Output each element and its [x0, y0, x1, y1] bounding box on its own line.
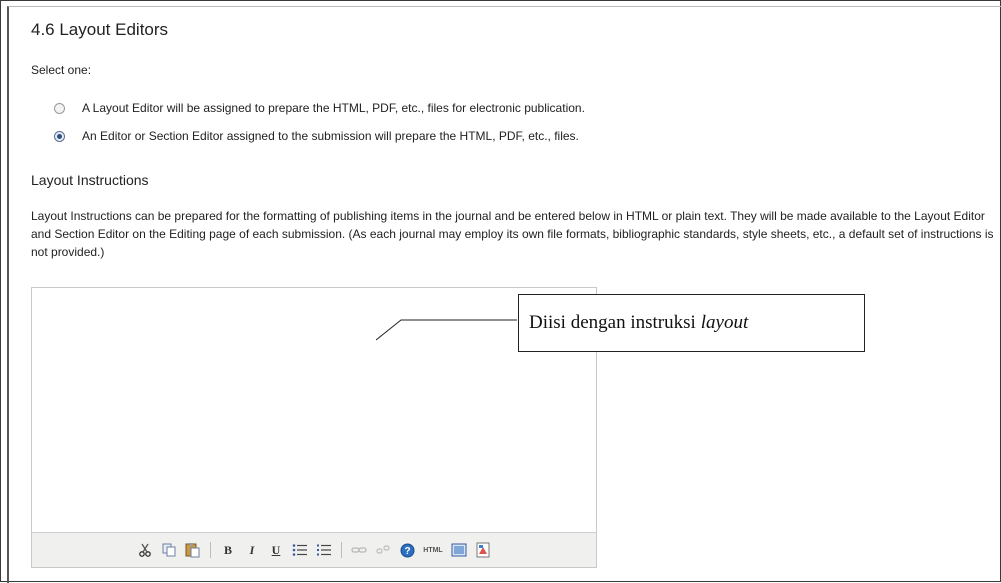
toolbar-separator — [210, 542, 211, 558]
help-icon[interactable]: ? — [398, 541, 416, 559]
option-section-editor[interactable]: An Editor or Section Editor assigned to … — [54, 129, 579, 143]
paste-icon[interactable] — [184, 541, 202, 559]
radio-button-section-editor[interactable] — [54, 130, 65, 142]
bold-icon[interactable]: B — [219, 541, 237, 559]
select-one-label: Select one: — [31, 63, 92, 77]
annotation-text: Diisi dengan instruksi — [529, 312, 696, 333]
option-layout-editor[interactable]: A Layout Editor will be assigned to prep… — [54, 101, 585, 115]
callout-pointer-line — [376, 319, 517, 341]
annotation-emphasis: layout — [700, 312, 749, 333]
editor-toolbar: B I U ? HTML — [32, 532, 596, 567]
toolbar-separator — [341, 542, 342, 558]
layout-instructions-heading: Layout Instructions — [31, 172, 149, 188]
option-label: An Editor or Section Editor assigned to … — [82, 129, 579, 143]
bullet-list-icon[interactable] — [291, 541, 309, 559]
radio-button-layout-editor[interactable] — [54, 102, 65, 114]
annotation-callout: Diisi dengan instruksi layout — [518, 294, 865, 352]
link-icon[interactable] — [350, 541, 368, 559]
html-icon[interactable]: HTML — [422, 541, 444, 559]
fullscreen-icon[interactable] — [450, 541, 468, 559]
svg-text:?: ? — [404, 546, 410, 557]
italic-icon[interactable]: I — [243, 541, 261, 559]
section-title: 4.6 Layout Editors — [31, 20, 169, 39]
unlink-icon[interactable] — [374, 541, 392, 559]
underline-icon[interactable]: U — [267, 541, 285, 559]
copy-icon[interactable] — [160, 541, 178, 559]
image-icon[interactable] — [474, 541, 492, 559]
numbered-list-icon[interactable] — [315, 541, 333, 559]
layout-instructions-description: Layout Instructions can be prepared for … — [31, 209, 994, 259]
cut-icon[interactable] — [136, 541, 154, 559]
option-label: A Layout Editor will be assigned to prep… — [82, 101, 585, 115]
